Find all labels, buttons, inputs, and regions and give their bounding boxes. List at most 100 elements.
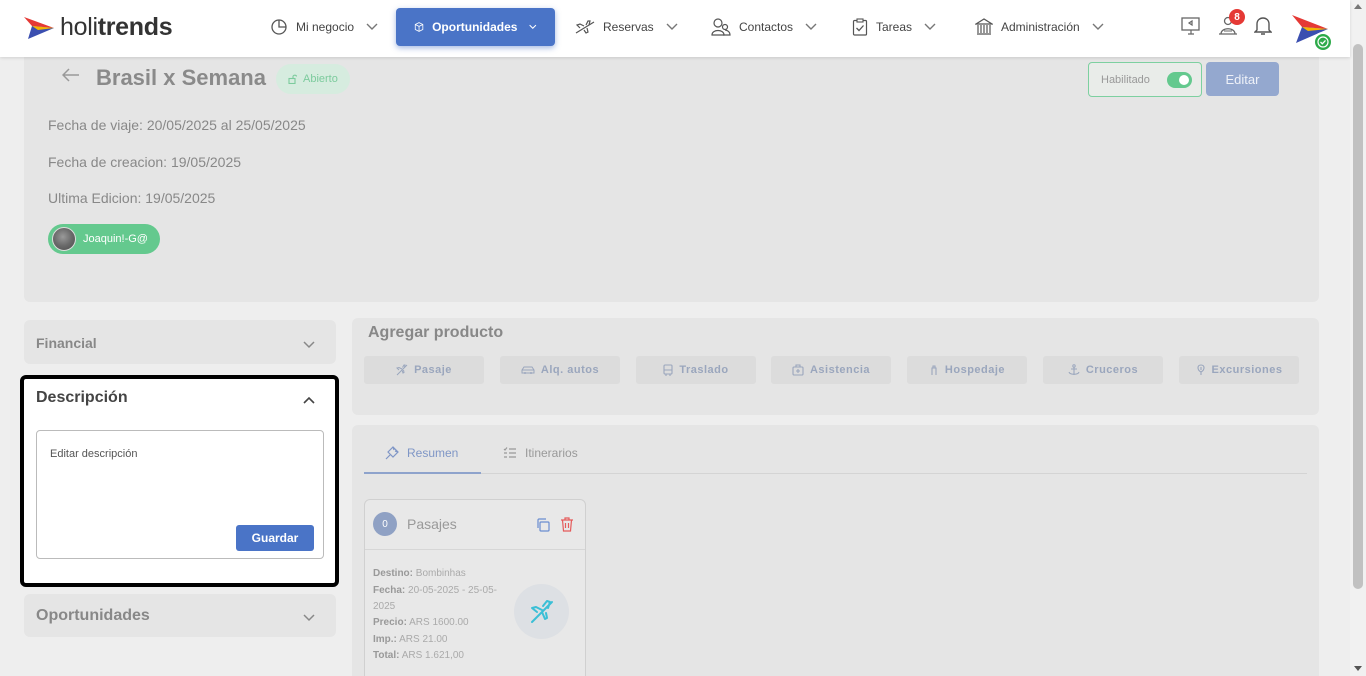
chevron-down-icon [529, 24, 537, 29]
add-product-card: Agregar producto Pasaje Alq. autos Trasl… [352, 318, 1319, 415]
scrollbar-thumb[interactable] [1353, 44, 1363, 589]
add-pasaje-button[interactable]: Pasaje [364, 356, 484, 384]
chevron-down-icon [666, 23, 678, 30]
scroll-up-arrow[interactable] [1354, 4, 1362, 9]
logo-bird-icon [24, 16, 54, 39]
product-label: Asistencia [809, 364, 871, 376]
add-car-rental-button[interactable]: Alq. autos [500, 356, 620, 384]
pasajes-summary-card: 0 Pasajes Destino: Bombinhas Fecha: 20-0… [364, 499, 586, 676]
section-title: Agregar producto [368, 324, 504, 341]
nav-mi-negocio[interactable]: Mi negocio [270, 8, 378, 46]
holitrends-logo[interactable]: holitrends [24, 13, 173, 42]
medkit-icon [792, 364, 804, 376]
opportunities-accordion[interactable]: Oportunidades [24, 594, 336, 637]
balloon-icon [1196, 364, 1205, 375]
chevron-down-icon [303, 341, 315, 349]
chevron-up-icon[interactable] [303, 396, 315, 404]
nav-administracion[interactable]: Administración [975, 8, 1104, 46]
edit-button[interactable]: Editar [1206, 62, 1279, 96]
nav-label: Oportunidades [432, 20, 518, 34]
enabled-toggle-container: Habilitado [1088, 62, 1202, 97]
toggle-label: Habilitado [1101, 73, 1150, 86]
tab-label: Itinerarios [525, 446, 578, 460]
tab-resumen[interactable]: Resumen [385, 446, 458, 460]
nav-label: Contactos [739, 20, 794, 34]
chevron-down-icon [1092, 23, 1104, 30]
tabs-divider [364, 473, 1307, 474]
plane-icon [396, 364, 408, 376]
add-assistance-button[interactable]: Asistencia [771, 356, 891, 384]
nav-oportunidades[interactable]: Oportunidades [396, 8, 555, 46]
bus-icon [663, 364, 673, 376]
product-label: Excursiones [1211, 364, 1283, 376]
add-lodging-button[interactable]: Hospedaje [907, 356, 1027, 384]
save-button[interactable]: Guardar [236, 525, 314, 551]
pin-icon [385, 446, 399, 460]
car-icon [521, 366, 535, 374]
nav-reservas[interactable]: Reservas [575, 8, 678, 46]
enabled-toggle[interactable] [1167, 72, 1192, 88]
product-label: Hospedaje [944, 364, 1006, 376]
pasaje-dates: Fecha: 20-05-2025 - 25-05-2025 [373, 585, 497, 612]
pasaje-price: Precio: ARS 1600.00 [373, 617, 469, 628]
status-badge: Abierto [276, 64, 350, 94]
description-placeholder: Editar descripción [50, 448, 138, 460]
nav-label: Administración [1001, 20, 1080, 34]
add-excursion-button[interactable]: Excursiones [1179, 356, 1299, 384]
chevron-down-icon [805, 23, 817, 30]
tab-label: Resumen [407, 446, 459, 460]
scroll-down-arrow[interactable] [1354, 666, 1362, 671]
product-label: Cruceros [1085, 364, 1139, 376]
summary-card: Resumen Itinerarios 0 Pasajes Destino: B… [352, 425, 1319, 676]
description-textarea[interactable]: Editar descripción Guardar [36, 430, 324, 559]
accordion-title: Descripción [36, 389, 128, 406]
nav-contactos[interactable]: Contactos [711, 8, 817, 46]
list-icon [503, 447, 516, 458]
last-edit-date: Ultima Edicion: 19/05/2025 [48, 190, 216, 206]
product-label: Traslado [679, 364, 729, 376]
trash-icon[interactable] [560, 517, 574, 532]
add-transfer-button[interactable]: Traslado [636, 356, 756, 384]
add-cruise-button[interactable]: Cruceros [1043, 356, 1163, 384]
pasaje-tax: Imp.: ARS 21.00 [373, 634, 448, 645]
unlock-icon [288, 74, 298, 84]
financial-accordion[interactable]: Financial [24, 320, 336, 364]
screen-share-icon[interactable] [1181, 16, 1201, 36]
pasaje-destination: Destino: Bombinhas [373, 568, 466, 579]
plane-icon [575, 20, 595, 34]
bell-icon[interactable] [1254, 16, 1272, 36]
nav-label: Mi negocio [296, 20, 355, 34]
hotel-icon [931, 365, 937, 375]
logo-text: holitrends [60, 13, 173, 41]
product-label: Alq. autos [540, 364, 600, 376]
assigned-user-chip[interactable]: Joaquin!-G@ [48, 224, 160, 254]
plane-icon [530, 599, 553, 623]
cube-icon [414, 22, 424, 32]
copy-icon[interactable] [536, 518, 550, 532]
status-label: Abierto [303, 73, 338, 85]
top-navbar: holitrends Mi negocio Oportunidades Rese… [0, 0, 1350, 57]
pie-chart-icon [271, 19, 287, 35]
online-check-icon [1313, 32, 1333, 52]
plane-badge [514, 584, 569, 639]
nav-label: Tareas [876, 20, 913, 34]
nav-label: Reservas [603, 20, 654, 34]
active-tab-indicator [364, 472, 481, 474]
pasaje-total: Total: ARS 1.621,00 [373, 650, 464, 661]
product-label: Pasaje [414, 364, 452, 376]
card-divider [365, 549, 585, 550]
nav-tareas[interactable]: Tareas [852, 8, 936, 46]
description-accordion: Descripción Editar descripción Guardar [20, 375, 339, 587]
clipboard-check-icon [852, 18, 868, 36]
pasajes-title: Pasajes [407, 516, 457, 532]
chevron-down-icon [366, 23, 378, 30]
users-icon [711, 18, 731, 36]
tab-itinerarios[interactable]: Itinerarios [503, 446, 578, 460]
back-arrow-icon[interactable] [62, 68, 80, 82]
chevron-down-icon [303, 614, 315, 622]
anchor-icon [1068, 364, 1080, 375]
notification-badge: 8 [1229, 9, 1245, 25]
pasajes-count-badge: 0 [373, 512, 397, 536]
chevron-down-icon [924, 23, 936, 30]
creation-date: Fecha de creacion: 19/05/2025 [48, 154, 242, 170]
